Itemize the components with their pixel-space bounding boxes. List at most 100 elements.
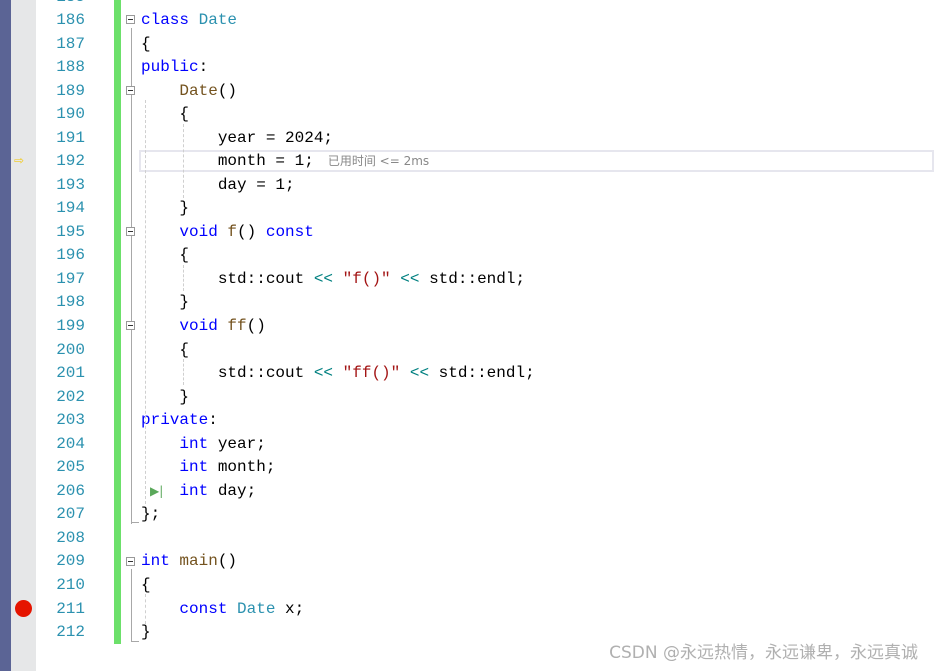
code-token: month;: [217, 458, 276, 477]
code-line[interactable]: 187 {: [0, 33, 934, 57]
code-token: int: [179, 458, 218, 477]
code-token: (): [237, 222, 266, 241]
collapse-icon[interactable]: [126, 15, 135, 24]
line-number: 195: [56, 222, 85, 241]
code-token: int: [179, 481, 218, 500]
code-line[interactable]: 210 {: [0, 574, 934, 598]
line-number: 193: [56, 175, 85, 194]
code-token: }: [141, 623, 151, 642]
code-text: {: [141, 33, 151, 57]
code-token: <<: [409, 364, 430, 383]
line-number: 200: [56, 340, 85, 359]
code-text: }: [141, 621, 151, 645]
code-token: void: [179, 222, 228, 241]
code-text: {: [141, 339, 189, 363]
code-token: Date: [179, 81, 218, 100]
code-line[interactable]: 197 std::cout << "f()" << std::endl;: [0, 268, 934, 292]
line-number: 187: [56, 34, 85, 53]
code-token: {: [141, 340, 190, 359]
code-token: {: [141, 575, 151, 594]
code-token: :: [208, 411, 218, 430]
line-number: 192: [56, 152, 85, 171]
line-number: 198: [56, 293, 85, 312]
code-line[interactable]: 199 void ff(): [0, 315, 934, 339]
code-token: (): [246, 317, 266, 336]
code-line[interactable]: 186 class Date: [0, 9, 934, 33]
code-line[interactable]: 208: [0, 527, 934, 551]
code-token: day = 1;: [141, 175, 295, 194]
code-line[interactable]: 211 const Date x;: [0, 598, 934, 622]
code-token: std::cout: [141, 364, 314, 383]
code-text: month = 1; 已用时间 <= 2ms: [141, 150, 429, 174]
fold-guide: [131, 28, 132, 524]
code-line[interactable]: 200 {: [0, 339, 934, 363]
code-token: Date: [198, 11, 238, 29]
line-number: 201: [56, 364, 85, 383]
code-text: int main(): [141, 550, 237, 574]
code-token: }: [141, 387, 190, 406]
code-line[interactable]: 195 void f() const: [0, 221, 934, 245]
code-token: :: [198, 58, 209, 77]
code-line[interactable]: 209 int main(): [0, 550, 934, 574]
code-token: <<: [400, 269, 420, 288]
code-line[interactable]: 201 std::cout << "ff()" << std::endl;: [0, 362, 934, 386]
code-line[interactable]: 188 public:: [0, 56, 934, 80]
code-token: {: [141, 105, 190, 124]
code-line[interactable]: 190 {: [0, 103, 934, 127]
code-token: std::endl;: [419, 269, 526, 288]
line-number: 189: [56, 81, 85, 100]
fold-guide-end: [131, 522, 139, 523]
code-line[interactable]: 193 day = 1;: [0, 174, 934, 198]
indent-guide: [183, 359, 184, 385]
code-text: int year;: [141, 433, 266, 457]
code-line[interactable]: 206 int day;: [0, 480, 934, 504]
collapse-icon[interactable]: [126, 321, 135, 330]
fold-guide-end: [131, 641, 139, 642]
code-line[interactable]: 194 }: [0, 197, 934, 221]
code-token: }: [141, 199, 190, 218]
collapse-icon[interactable]: [126, 557, 135, 566]
code-token: private: [141, 411, 209, 430]
code-line[interactable]: 207};: [0, 503, 934, 527]
line-number: 194: [56, 199, 85, 218]
code-token: <<: [313, 364, 334, 383]
code-token: {: [141, 34, 151, 53]
line-number: 211: [56, 599, 85, 618]
line-number: 188: [56, 58, 85, 77]
run-to-click-icon[interactable]: ▶|: [150, 484, 163, 498]
code-token: std::cout: [141, 269, 314, 288]
code-text: Date(): [141, 80, 237, 104]
line-number: 205: [56, 458, 85, 477]
code-token: class: [141, 11, 199, 29]
code-line[interactable]: 205 int month;: [0, 456, 934, 480]
line-number: 202: [56, 387, 85, 406]
code-line[interactable]: 189 Date(): [0, 80, 934, 104]
code-text: };: [141, 503, 160, 527]
code-token: <<: [313, 269, 334, 288]
code-line[interactable]: 198 }: [0, 291, 934, 315]
code-token: const: [265, 222, 314, 241]
code-text: const Date x;: [141, 598, 304, 622]
code-text: void f() const: [141, 221, 314, 245]
fold-guide: [131, 569, 132, 642]
code-text: void ff(): [141, 315, 266, 339]
code-token: year;: [217, 434, 266, 453]
code-line[interactable]: 203 private:: [0, 409, 934, 433]
code-token: month = 1;: [141, 152, 314, 171]
code-token: day;: [217, 481, 257, 500]
code-line[interactable]: 196 {: [0, 244, 934, 268]
collapse-icon[interactable]: [126, 227, 135, 236]
collapse-icon[interactable]: [126, 86, 135, 95]
code-line[interactable]: 191 year = 2024;: [0, 127, 934, 151]
code-token: Date: [237, 599, 286, 618]
line-number: 209: [56, 552, 85, 571]
code-line[interactable]: 204 int year;: [0, 433, 934, 457]
code-line[interactable]: 202 }: [0, 386, 934, 410]
code-token: x;: [285, 599, 305, 618]
code-line[interactable]: 192 month = 1; 已用时间 <= 2ms: [0, 150, 934, 174]
code-token: }: [141, 293, 190, 312]
